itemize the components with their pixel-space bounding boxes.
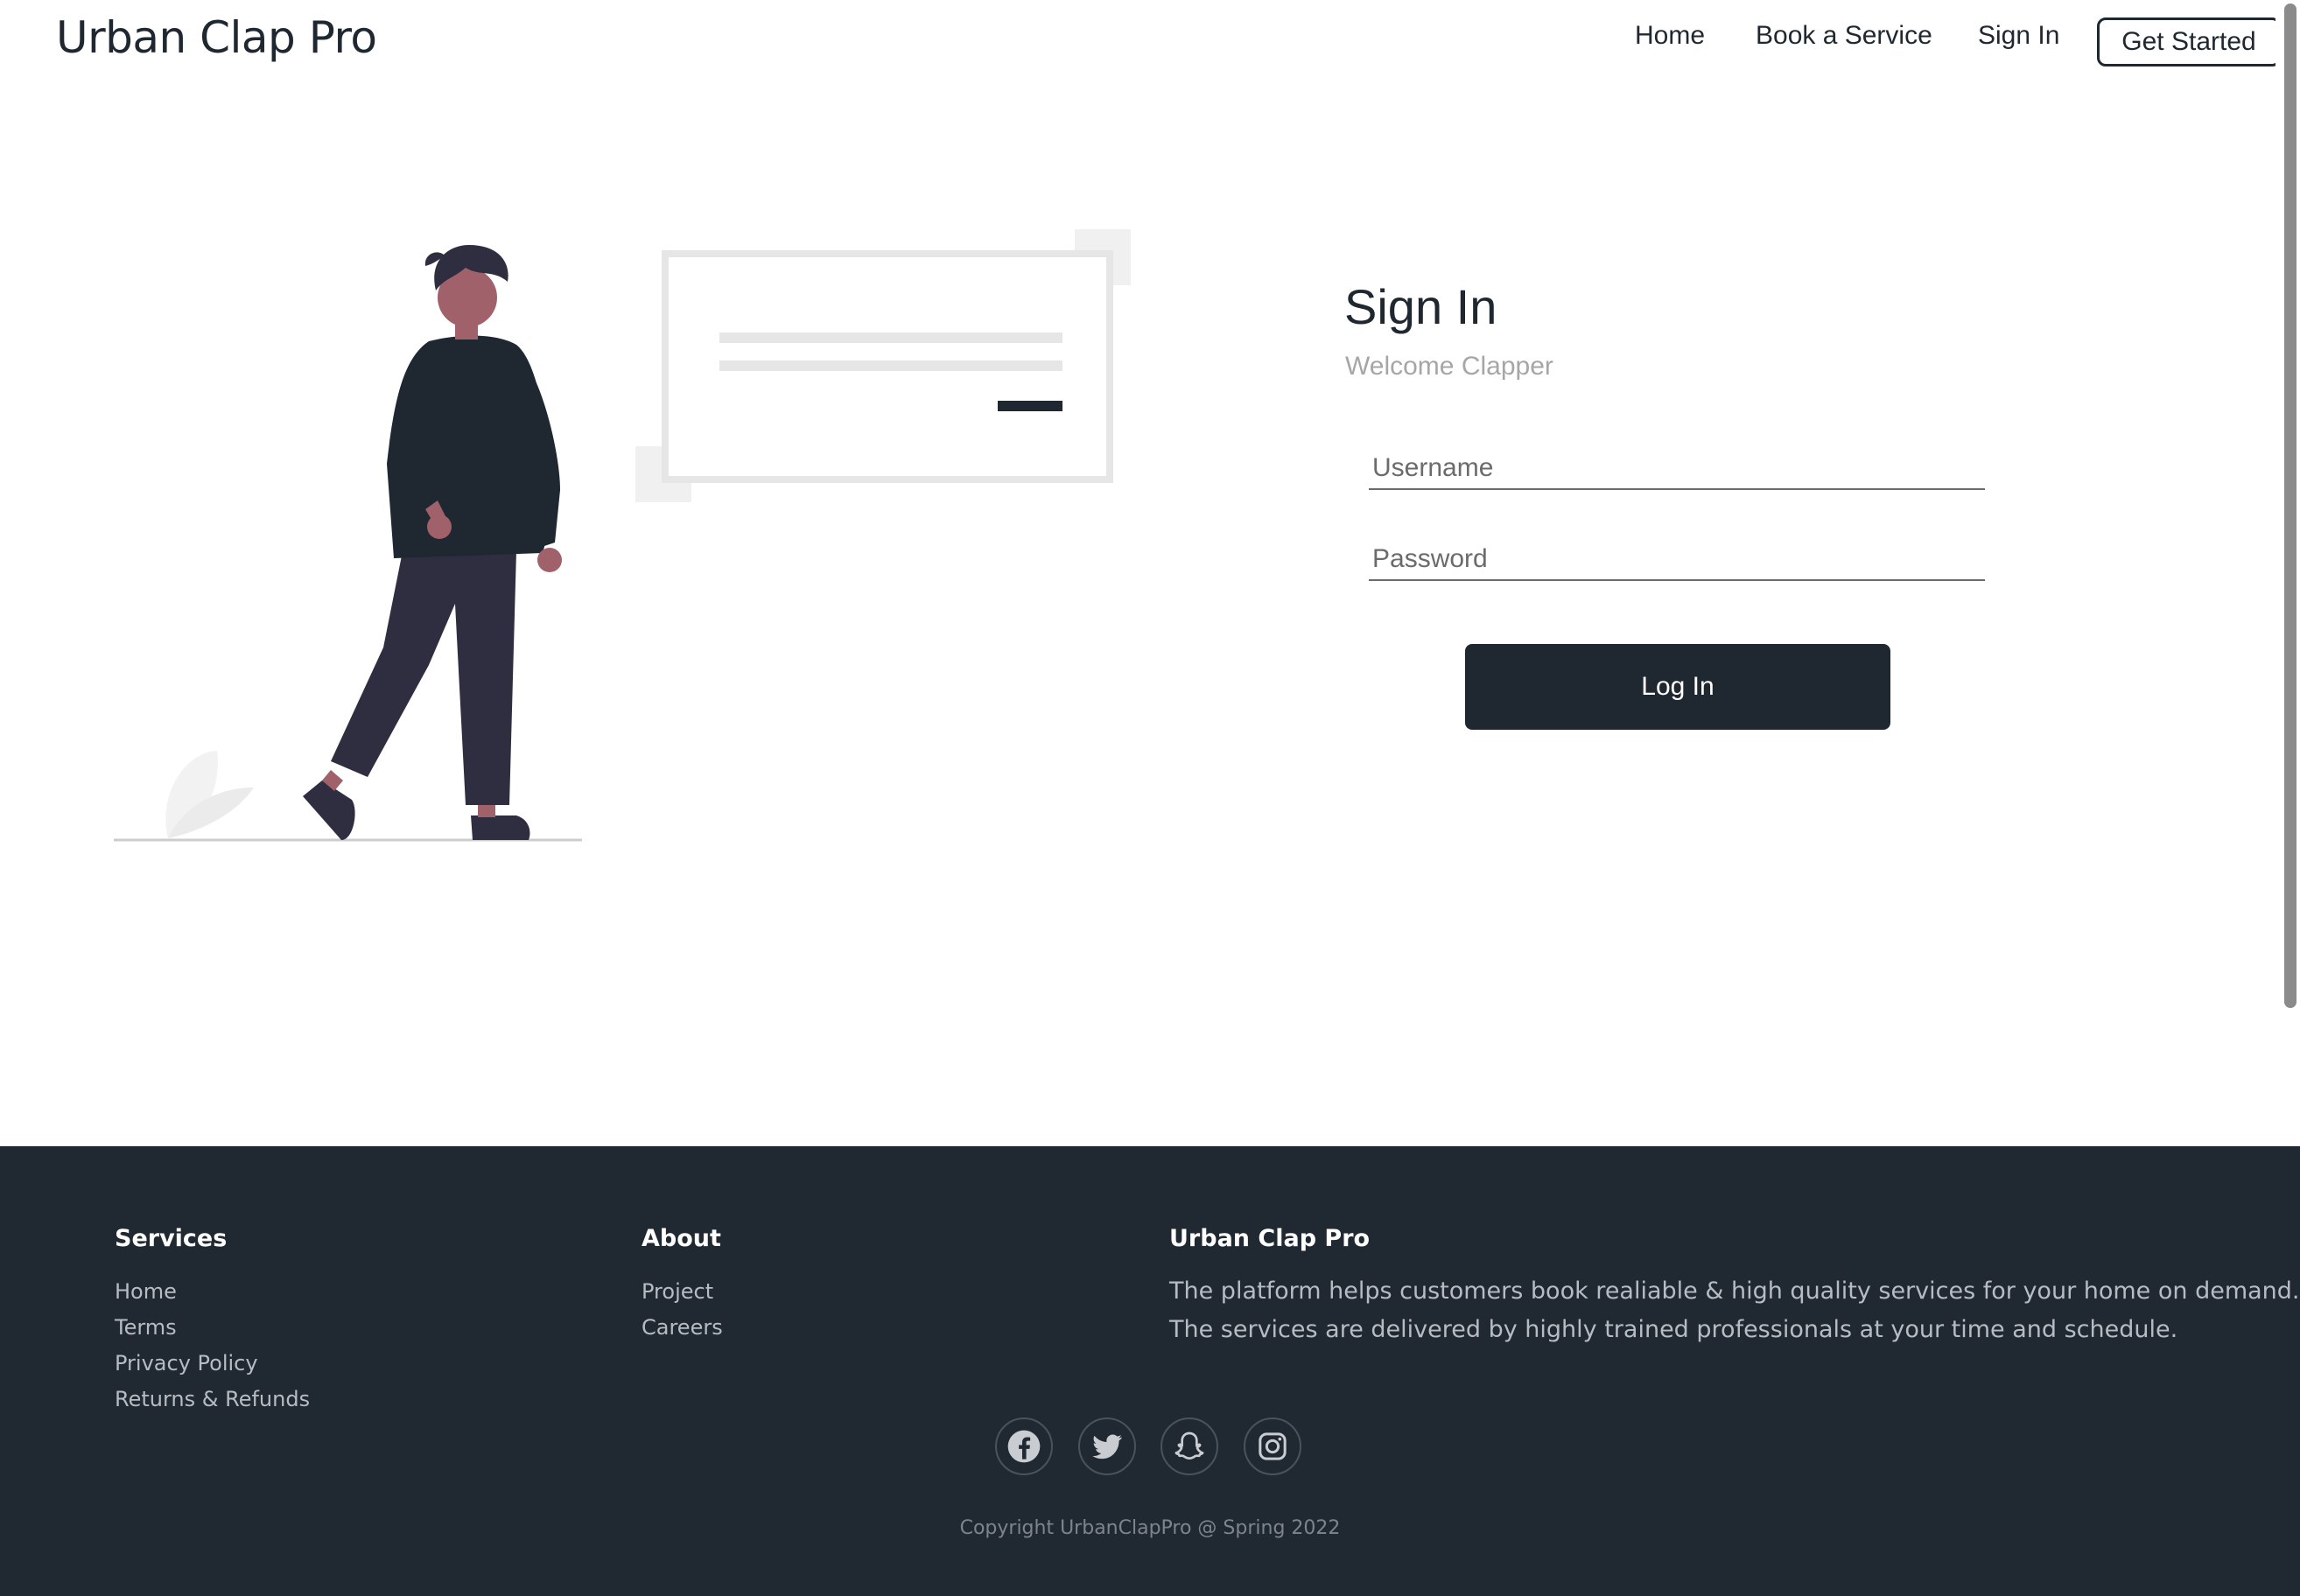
- footer-link-project[interactable]: Project: [642, 1279, 713, 1304]
- snapchat-icon[interactable]: [1161, 1418, 1218, 1475]
- footer-brand-heading: Urban Clap Pro: [1169, 1225, 1371, 1252]
- sign-in-illustration: [114, 229, 1131, 842]
- nav-book-service-link[interactable]: Book a Service: [1756, 21, 1932, 51]
- footer-link-careers[interactable]: Careers: [642, 1315, 723, 1340]
- page-title: Sign In: [1344, 279, 1497, 334]
- username-input[interactable]: [1369, 448, 1985, 490]
- top-navbar: Urban Clap Pro Home Book a Service Sign …: [0, 0, 2281, 88]
- scrollbar-thumb[interactable]: [2284, 4, 2296, 1008]
- footer-description-line: The platform helps customers book realia…: [1169, 1278, 2300, 1305]
- person-figure: [303, 245, 562, 840]
- instagram-icon[interactable]: [1244, 1418, 1301, 1475]
- footer-link-returns-refunds[interactable]: Returns & Refunds: [115, 1387, 310, 1411]
- card-line: [719, 332, 1062, 343]
- copyright-text: Copyright UrbanClapPro @ Spring 2022: [959, 1517, 1341, 1539]
- log-in-button[interactable]: Log In: [1465, 644, 1890, 730]
- card-line: [719, 360, 1062, 371]
- get-started-button[interactable]: Get Started: [2097, 18, 2281, 66]
- footer-about-heading: About: [642, 1225, 721, 1252]
- password-input[interactable]: [1369, 539, 1985, 581]
- footer: Services Home Terms Privacy Policy Retur…: [0, 1146, 2300, 1596]
- footer-services-heading: Services: [115, 1225, 228, 1252]
- page-subtitle: Welcome Clapper: [1345, 352, 1553, 381]
- card-button-line: [998, 401, 1062, 411]
- footer-link-terms[interactable]: Terms: [115, 1315, 177, 1340]
- page-scrollbar[interactable]: [2275, 0, 2300, 1146]
- footer-link-privacy-policy[interactable]: Privacy Policy: [115, 1351, 258, 1376]
- footer-description-line: The services are delivered by highly tra…: [1169, 1316, 2178, 1343]
- twitter-icon[interactable]: [1078, 1418, 1136, 1475]
- nav-home-link[interactable]: Home: [1635, 21, 1705, 51]
- facebook-icon[interactable]: [995, 1418, 1053, 1475]
- footer-link-home[interactable]: Home: [115, 1279, 177, 1304]
- brand-logo-text[interactable]: Urban Clap Pro: [56, 12, 377, 63]
- nav-sign-in-link[interactable]: Sign In: [1978, 21, 2059, 51]
